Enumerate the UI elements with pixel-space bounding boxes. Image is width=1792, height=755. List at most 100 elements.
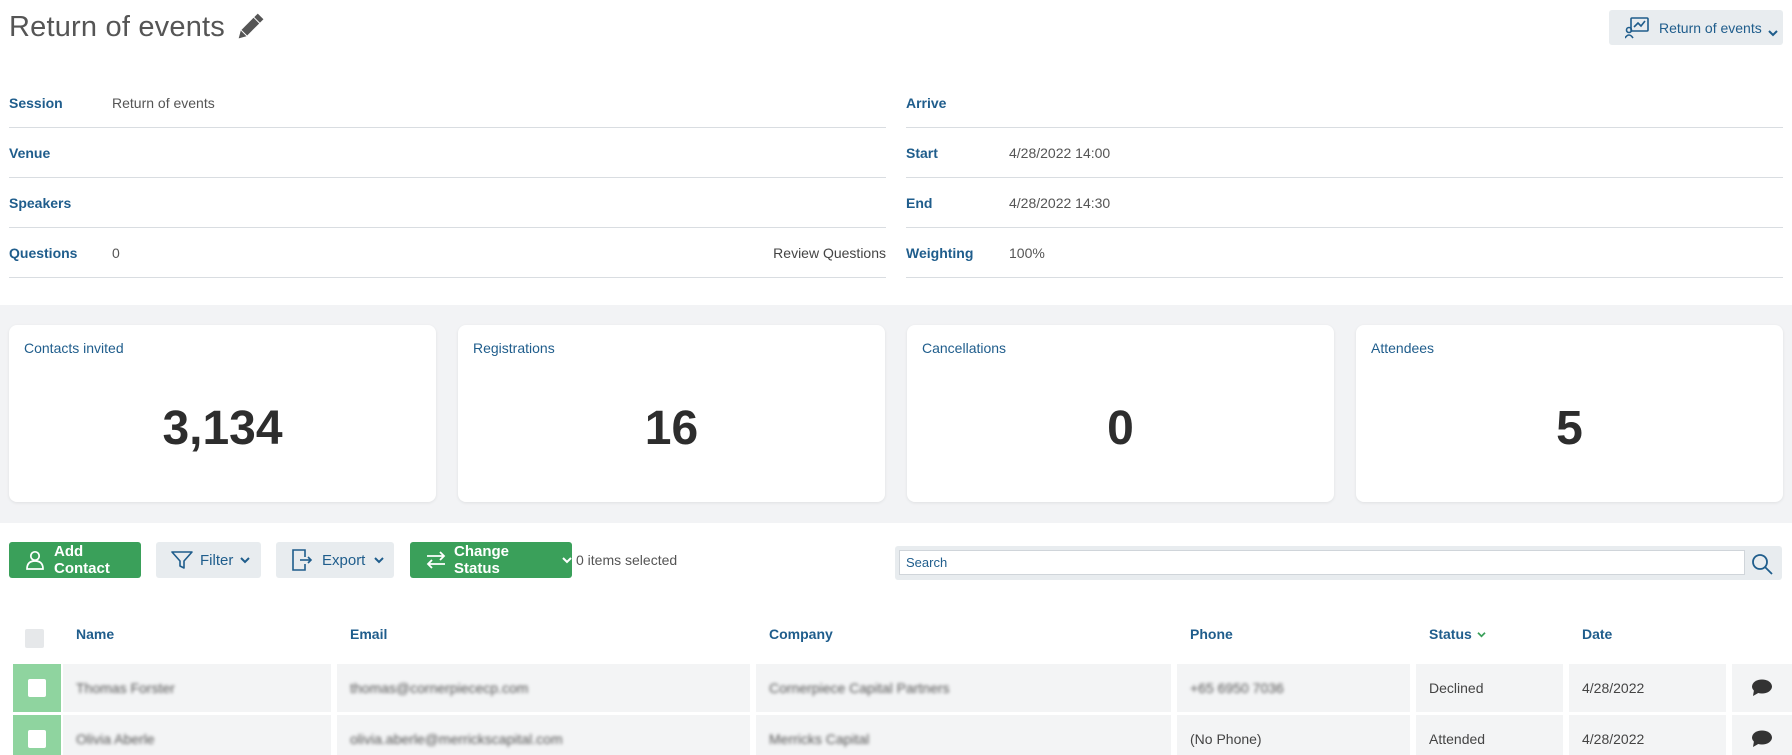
chevron-down-icon (1768, 24, 1778, 36)
contacts-toolbar: Add Contact Filter Export Change Status … (0, 542, 1792, 580)
stat-card-cancellations[interactable]: Cancellations 0 (907, 325, 1334, 502)
export-label: Export (322, 551, 366, 569)
change-status-label: Change Status (454, 543, 510, 577)
cell-email: thomas@cornerpiececp.com (337, 664, 750, 712)
chevron-down-icon (374, 557, 385, 564)
contact-email: olivia.aberle@merrickscapital.com (350, 731, 563, 747)
contact-name[interactable]: Olivia Aberle (76, 731, 155, 747)
cell-company: Merricks Capital (756, 715, 1171, 755)
filter-icon (171, 551, 193, 569)
chevron-down-icon (1477, 631, 1486, 637)
contact-date: 4/28/2022 (1582, 680, 1645, 696)
column-header-company[interactable]: Company (769, 614, 833, 654)
info-value: 4/28/2022 14:00 (1009, 144, 1111, 161)
session-info-left: Session Return of events Venue Speakers … (9, 84, 886, 278)
contact-status: Declined (1429, 680, 1484, 696)
cell-name: Thomas Forster (63, 664, 331, 712)
column-header-status[interactable]: Status (1429, 614, 1486, 654)
session-chart-icon (1624, 16, 1649, 39)
info-value: 4/28/2022 14:30 (1009, 194, 1111, 211)
cell-status: Attended (1416, 715, 1563, 755)
stat-label: Cancellations (922, 340, 1007, 356)
chevron-down-icon (240, 557, 251, 564)
export-icon (292, 549, 313, 571)
info-row-speakers: Speakers (9, 178, 886, 228)
cell-date: 4/28/2022 (1569, 664, 1726, 712)
contact-name[interactable]: Thomas Forster (76, 680, 175, 696)
info-row-weighting: Weighting 100% (906, 228, 1783, 278)
column-header-email[interactable]: Email (350, 614, 387, 654)
session-selector-label: Return of events (1659, 19, 1762, 36)
cell-email: olivia.aberle@merrickscapital.com (337, 715, 750, 755)
table-row[interactable]: Thomas Forster thomas@cornerpiececp.com … (0, 664, 1792, 714)
search-icon[interactable] (1746, 550, 1778, 577)
stat-label: Attendees (1371, 340, 1435, 356)
column-header-status-label: Status (1429, 626, 1472, 642)
column-header-phone[interactable]: Phone (1190, 614, 1233, 654)
session-selector-dropdown[interactable]: Return of events (1609, 10, 1783, 45)
stat-card-registrations[interactable]: Registrations 16 (458, 325, 885, 502)
change-status-button[interactable]: Change Status (410, 542, 572, 578)
row-checkbox[interactable] (28, 730, 46, 748)
stat-value: 0 (1107, 402, 1134, 455)
filter-label: Filter (200, 551, 234, 569)
info-label: Session (9, 94, 63, 111)
contact-date: 4/28/2022 (1582, 731, 1645, 747)
pencil-icon[interactable] (233, 10, 267, 44)
stat-label: Registrations (473, 340, 555, 356)
contact-email: thomas@cornerpiececp.com (350, 680, 529, 696)
comment-icon[interactable] (1751, 679, 1773, 697)
session-info-right: Arrive Start 4/28/2022 14:00 End 4/28/20… (906, 84, 1783, 278)
cell-comment (1732, 664, 1792, 712)
info-row-venue: Venue (9, 128, 886, 178)
search-input[interactable] (899, 550, 1745, 575)
comment-icon[interactable] (1751, 730, 1773, 748)
info-label: Questions (9, 244, 78, 261)
cell-date: 4/28/2022 (1569, 715, 1726, 755)
search-bar (895, 546, 1782, 580)
add-contact-button[interactable]: Add Contact (9, 542, 141, 578)
info-row-questions: Questions 0 Review Questions (9, 228, 886, 278)
user-icon (26, 550, 44, 570)
contact-status: Attended (1429, 731, 1486, 747)
stat-value: 5 (1556, 402, 1583, 455)
review-questions-link[interactable]: Review Questions (773, 245, 886, 261)
column-header-date[interactable]: Date (1582, 614, 1612, 654)
contact-phone: +65 6950 7036 (1190, 680, 1284, 696)
row-checkbox[interactable] (28, 679, 46, 697)
cell-status: Declined (1416, 664, 1563, 712)
cell-name: Olivia Aberle (63, 715, 331, 755)
cell-company: Cornerpiece Capital Partners (756, 664, 1171, 712)
cell-phone: (No Phone) (1177, 715, 1410, 755)
info-value: 100% (1009, 244, 1045, 261)
info-label: Venue (9, 144, 51, 161)
info-row-end: End 4/28/2022 14:30 (906, 178, 1783, 228)
filter-button[interactable]: Filter (156, 542, 261, 578)
select-all-checkbox[interactable] (25, 629, 44, 648)
cell-phone: +65 6950 7036 (1177, 664, 1410, 712)
contact-company: Merricks Capital (769, 731, 870, 747)
export-button[interactable]: Export (276, 542, 394, 578)
cell-comment (1732, 715, 1792, 755)
info-label: Arrive (906, 94, 947, 111)
page-header: Return of events (9, 10, 267, 44)
info-value: 0 (112, 244, 120, 261)
info-row-start: Start 4/28/2022 14:00 (906, 128, 1783, 178)
swap-arrows-icon (426, 551, 446, 569)
items-selected-count: 0 items selected (576, 552, 678, 568)
row-checkbox-cell[interactable] (13, 715, 61, 755)
info-row-session: Session Return of events (9, 78, 886, 128)
column-header-name[interactable]: Name (76, 614, 114, 654)
info-label: Weighting (906, 244, 974, 261)
chevron-down-icon (562, 557, 572, 564)
stat-value: 3,134 (162, 402, 283, 455)
row-checkbox-cell[interactable] (13, 664, 61, 712)
table-row[interactable]: Olivia Aberle olivia.aberle@merrickscapi… (0, 715, 1792, 755)
stat-value: 16 (644, 402, 699, 455)
stat-card-contacts-invited[interactable]: Contacts invited 3,134 (9, 325, 436, 502)
info-value: Return of events (112, 94, 215, 111)
add-contact-label: Add Contact (54, 543, 110, 577)
contact-company: Cornerpiece Capital Partners (769, 680, 950, 696)
stat-card-attendees[interactable]: Attendees 5 (1356, 325, 1783, 502)
info-label: End (906, 194, 933, 211)
